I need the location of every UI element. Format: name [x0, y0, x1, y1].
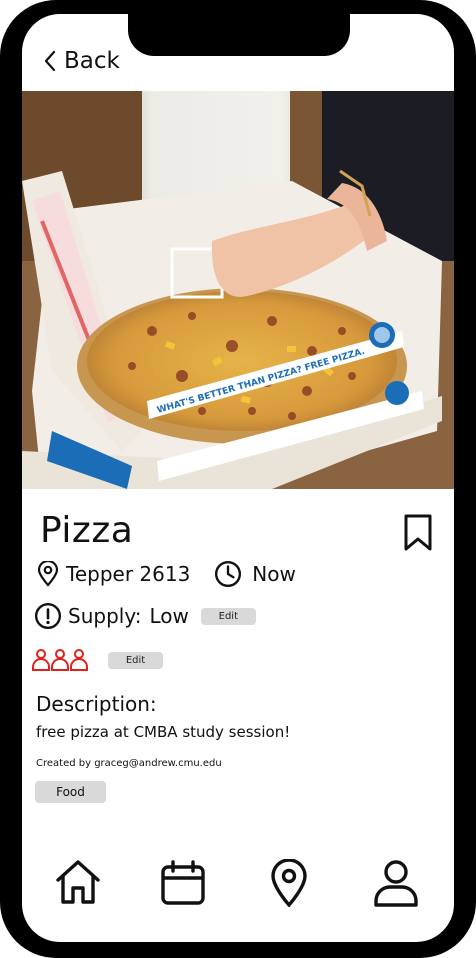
clock-icon [215, 560, 242, 588]
attendees-edit-button[interactable]: Edit [108, 651, 163, 669]
time-group: Now [214, 560, 296, 588]
supply-row: Supply: Low Edit [34, 602, 256, 630]
phone-screen: Back WHAT'S BETTER THAN PIZZA? FREE PIZZ… [22, 14, 454, 942]
alert-circle-icon [34, 602, 62, 630]
home-icon[interactable] [54, 858, 102, 906]
bottom-nav [22, 854, 454, 914]
volume-button [0, 238, 8, 312]
description-text: free pizza at CMBA study session! [36, 723, 291, 741]
bookmark-icon[interactable] [402, 513, 434, 553]
user-icon[interactable] [372, 859, 420, 907]
notch [128, 14, 350, 56]
back-button[interactable]: Back [42, 48, 120, 74]
back-label: Back [64, 48, 120, 74]
event-title: Pizza [40, 510, 134, 551]
supply-edit-button[interactable]: Edit [200, 607, 256, 625]
time-text: Now [252, 562, 296, 586]
power-button [468, 268, 476, 386]
created-by-text: Created by graceg@andrew.cmu.edu [36, 758, 222, 769]
location-time-row: Tepper 2613 Now [36, 560, 296, 588]
attendees-row: Edit [32, 648, 163, 672]
map-pin-icon[interactable] [269, 859, 309, 907]
map-pin-icon [37, 561, 59, 587]
supply-label: Supply: [68, 604, 142, 628]
volume-button [0, 328, 8, 402]
tag-chip[interactable]: Food [35, 781, 106, 803]
location-text: Tepper 2613 [66, 562, 191, 586]
calendar-icon[interactable] [159, 859, 207, 907]
event-photo: WHAT'S BETTER THAN PIZZA? FREE PIZZA. [22, 91, 454, 489]
supply-level: Low [149, 604, 189, 628]
chevron-left-icon [44, 50, 56, 72]
people-group-icon [32, 649, 88, 671]
description-heading: Description: [36, 692, 157, 716]
